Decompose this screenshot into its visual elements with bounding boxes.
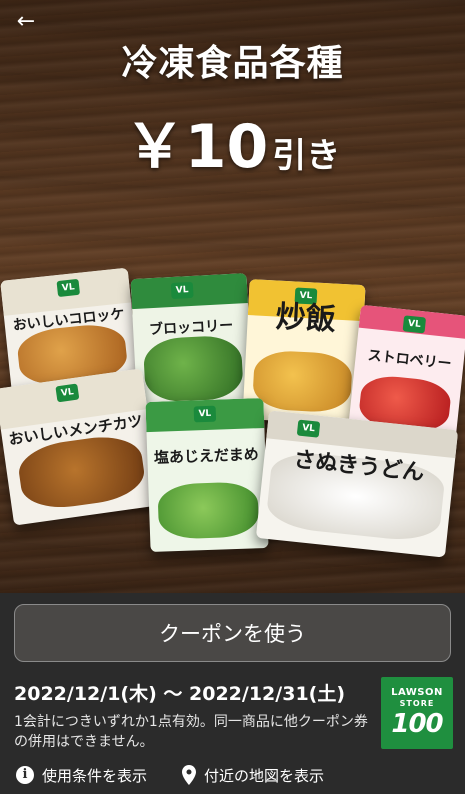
info-icon: i (16, 766, 34, 784)
coupon-info-panel: クーポンを使う 2022/12/1(木) 〜 2022/12/31(土) 1会計… (0, 593, 465, 794)
map-label: 付近の地図を表示 (204, 766, 325, 785)
product-name: 塩あじえだまめ (153, 445, 259, 467)
vl-badge: VL (402, 315, 427, 334)
map-link[interactable]: 付近の地図を表示 (182, 763, 324, 787)
product-name: 炒飯 (274, 299, 337, 338)
coupon-title: 冷凍食品各種 (121, 43, 344, 84)
vl-badge: VL (193, 405, 217, 423)
discount-label: ￥10 引き (0, 98, 465, 185)
hero-banner: ← 冷凍食品各種 ￥10 引き VL おいしいコロッケ VL ブロッコリー VL … (0, 0, 465, 593)
product-name: ブロッコリー (148, 317, 234, 339)
map-pin-icon (182, 765, 196, 785)
lawson-store-100-logo: LAWSON STORE 100 (381, 677, 453, 749)
product-broccoli: VL ブロッコリー (130, 273, 254, 415)
usage-note: 1会計につきいずれか1点有効。同一商品に他クーポン券の併用はできません。 (14, 714, 368, 750)
coupon-detail-screen: ← 冷凍食品各種 ￥10 引き VL おいしいコロッケ VL ブロッコリー VL … (0, 0, 465, 794)
use-coupon-button[interactable]: クーポンを使う (14, 604, 451, 662)
product-udon: VL さぬきうどん (255, 410, 459, 558)
discount-amount: ￥10 (124, 112, 269, 182)
vl-badge: VL (296, 419, 321, 438)
vl-badge: VL (170, 281, 194, 300)
vl-badge: VL (55, 383, 80, 403)
terms-link[interactable]: i 使用条件を表示 (16, 763, 147, 787)
terms-label: 使用条件を表示 (42, 766, 148, 785)
arrow-left-icon[interactable]: ← (12, 8, 40, 36)
discount-suffix: 引き (272, 136, 341, 176)
validity-period: 2022/12/1(木) 〜 2022/12/31(土) (14, 683, 346, 705)
vl-badge: VL (56, 278, 81, 298)
product-name: ストロベリー (366, 347, 453, 373)
product-edamame: VL 塩あじえだまめ (145, 397, 269, 553)
product-menchikatsu: VL おいしいメンチカツ (0, 368, 161, 526)
